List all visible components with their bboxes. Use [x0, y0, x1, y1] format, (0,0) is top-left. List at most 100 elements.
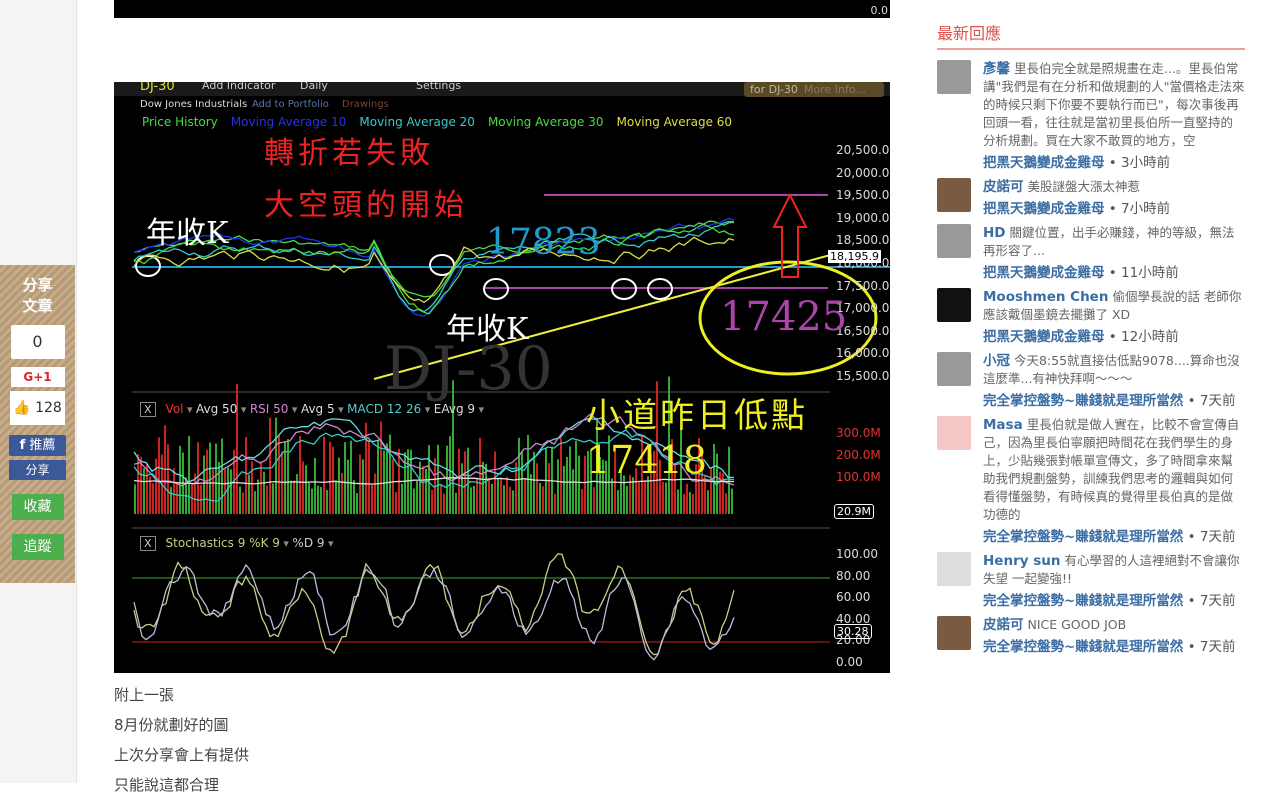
volume-bar: [575, 440, 577, 514]
avatar[interactable]: [937, 552, 971, 586]
volume-bar: [518, 437, 520, 514]
avatar[interactable]: [937, 60, 971, 94]
volume-bar: [179, 445, 181, 514]
comment-post-link[interactable]: 完全掌控盤勢~賺錢就是理所當然: [983, 529, 1183, 545]
volume-bar: [350, 440, 352, 514]
volume-bar: [326, 489, 328, 514]
volume-bar: [431, 489, 433, 514]
volume-bar: [539, 483, 541, 514]
axis-tick-label: 17,500.0: [836, 278, 890, 293]
comment-author[interactable]: Mooshmen Chen: [983, 289, 1108, 305]
comment-text: 關鍵位置，出手必賺錢，神的等級，無法再形容了...: [983, 225, 1235, 258]
volume-bar: [371, 484, 373, 514]
volume-bar: [419, 461, 421, 514]
volume-bar: [491, 483, 493, 514]
last-price-tag: 18,195.9: [828, 250, 881, 263]
volume-bar: [632, 477, 634, 514]
volume-bar: [611, 478, 613, 514]
avatar[interactable]: [937, 224, 971, 258]
volume-bar: [296, 474, 298, 514]
comment-author[interactable]: Masa: [983, 417, 1023, 433]
volume-bar: [512, 490, 514, 514]
gplus-count: 0: [10, 325, 65, 359]
axis-tick-label: 19,500.0: [836, 188, 890, 203]
collect-button[interactable]: 收藏: [11, 494, 64, 520]
volume-bar: [521, 451, 523, 514]
comment-author[interactable]: HD: [983, 225, 1006, 241]
volume-bar: [461, 463, 463, 514]
follow-button[interactable]: 追蹤: [11, 534, 64, 560]
volume-bar: [509, 486, 511, 514]
volume-bar: [713, 443, 715, 514]
comment-author[interactable]: 皮諾可: [983, 617, 1024, 633]
volume-bar: [368, 439, 370, 514]
recent-comments: 最新回應 彥馨 里長伯完全就是照規畫在走...。里長伯常講"我們是有在分析和做規…: [937, 20, 1245, 662]
comment-post-link[interactable]: 把黑天鵝變成金雞母: [983, 201, 1105, 217]
comment-post-link[interactable]: 把黑天鵝變成金雞母: [983, 329, 1105, 345]
vol-last-tag: 20.9M: [834, 504, 874, 519]
up-arrow: [772, 192, 808, 278]
volume-bar: [425, 468, 427, 514]
annotation-bear: 大空頭的開始: [264, 188, 468, 223]
avatar[interactable]: [937, 288, 971, 322]
comment-author[interactable]: Henry sun: [983, 553, 1060, 569]
volume-bar: [134, 484, 136, 514]
avatar[interactable]: [937, 616, 971, 650]
comment-item: Masa 里長伯就是做人實在，比較不會宣傳自己，因為里長伯寧願把時間花在我們學生…: [937, 416, 1245, 546]
volume-bar: [311, 488, 313, 514]
volume-bar: [542, 486, 544, 514]
comment-post-link[interactable]: 完全掌控盤勢~賺錢就是理所當然: [983, 593, 1183, 609]
avatar[interactable]: [937, 352, 971, 386]
comment-item: 小冠 今天8:55就直接估低點9078....算命也沒這麼準...有神快拜啊～～…: [937, 352, 1245, 410]
volume-bar: [467, 447, 469, 514]
volume-bar: [248, 474, 250, 514]
volume-bar: [335, 480, 337, 514]
axis-tick-label: 19,000.0: [836, 210, 890, 225]
volume-bar: [566, 456, 568, 514]
legend-item: Stochastics 9 %K 9: [165, 536, 280, 550]
volume-bar: [644, 481, 646, 514]
like-button[interactable]: 👍 128: [10, 391, 65, 425]
comment-text: 美股謎盤大漲太神惹: [1027, 179, 1140, 194]
volume-bar: [503, 485, 505, 514]
volume-bar: [725, 493, 727, 514]
volume-bar: [686, 483, 688, 514]
volume-bar: [464, 451, 466, 514]
axis-value: 0.0: [870, 4, 889, 17]
comment-text: 里長伯完全就是照規畫在走...。里長伯常講"我們是有在分析和做規劃的人"當價格走…: [983, 61, 1245, 148]
volume-bar: [440, 484, 442, 514]
volume-bar: [560, 438, 562, 514]
post-line: 附上一張: [114, 686, 175, 704]
volume-bar: [329, 441, 331, 514]
post-line: 8月份就劃好的圖: [114, 716, 229, 734]
annotation-year-k: 年收K: [146, 216, 229, 251]
axis-tick-label: 100.00: [836, 547, 878, 561]
comment-author[interactable]: 彥馨: [983, 61, 1010, 77]
comment-author[interactable]: 皮諾可: [983, 179, 1024, 195]
comment-author[interactable]: 小冠: [983, 353, 1010, 369]
fb-share-button[interactable]: 分享: [9, 460, 66, 480]
comment-time: 7天前: [1199, 393, 1236, 409]
legend-item: Avg 5: [300, 402, 335, 416]
volume-bar: [152, 483, 154, 514]
avatar[interactable]: [937, 178, 971, 212]
avatar[interactable]: [937, 416, 971, 450]
annotation-low-label: 小道昨日低點: [586, 396, 808, 436]
volume-bar: [500, 477, 502, 514]
caret-down-icon: ▾: [334, 403, 348, 416]
volume-bar: [245, 436, 247, 514]
gplus-button[interactable]: G+1: [10, 367, 65, 387]
volume-bar: [683, 493, 685, 514]
comment-post-link[interactable]: 把黑天鵝變成金雞母: [983, 265, 1105, 281]
comment-post-link[interactable]: 完全掌控盤勢~賺錢就是理所當然: [983, 639, 1183, 655]
volume-bar: [290, 480, 292, 514]
fb-recommend-button[interactable]: f 推薦: [9, 435, 66, 456]
comment-post-link[interactable]: 完全掌控盤勢~賺錢就是理所當然: [983, 393, 1183, 409]
volume-bar: [719, 471, 721, 514]
comment-post-link[interactable]: 把黑天鵝變成金雞母: [983, 155, 1105, 171]
legend-item: %D 9: [292, 536, 325, 550]
stoch-last-tag: 30.28: [834, 624, 872, 639]
facebook-icon: f: [19, 438, 26, 453]
volume-bar: [278, 435, 280, 514]
volume-bar: [677, 489, 679, 514]
